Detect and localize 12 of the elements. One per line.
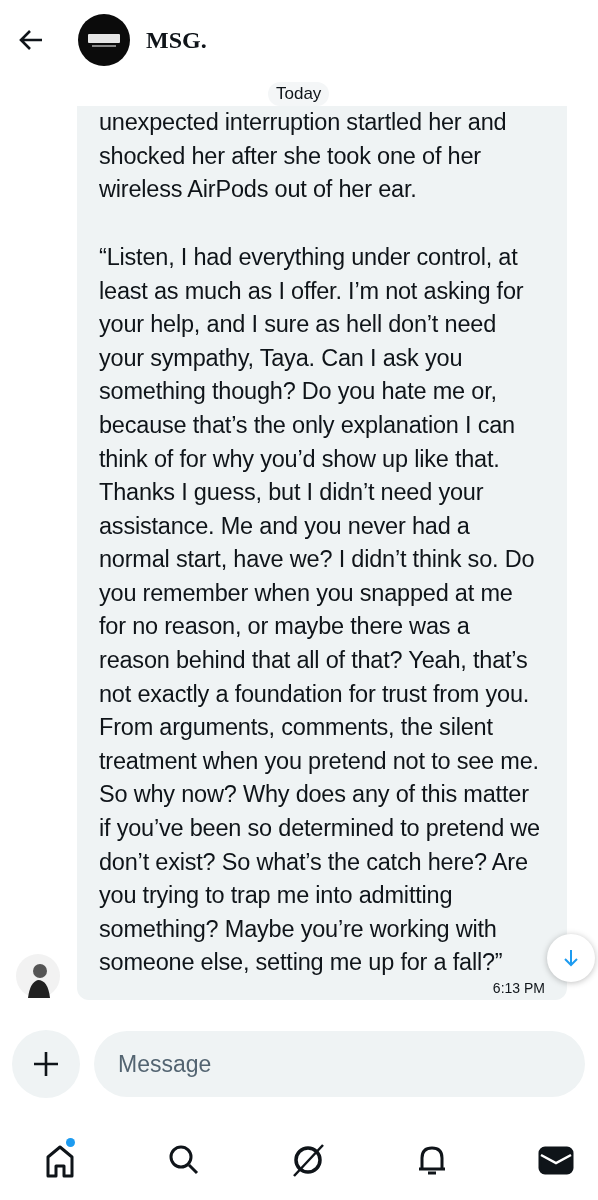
message-text: “Listen, I had everything under control, at least as much as I offer. I’m not asking for your help, and I sure as hell don’t need your sympathy, Taya. Can I ask you something though? Do you hate me or, because that’s the only explanation I can think of for why you’d show up like that. Thanks I guess, but I didn’t need your assistance. Me and you never had a normal start, have we? I didn’t think so. Do you remember when you snapped at me for no reason, or maybe there was a reason behind that all of that? Yeah, that’s not exactly a foundation for trust from you. From arguments, comments, the silent treatment when you pretend not to see me. So why now? Why does any of this matter if you’ve been so determined to pretend we don’t exist? So what’s the catch here? Are you trying to trap me into admitting something? Maybe you’re working with someone else, setting me up for a fall?”: [99, 242, 541, 978]
message-field[interactable]: Message: [94, 1031, 585, 1097]
message-text: unexpected interruption startled her and shocked her after she took one of her wireless AirPods out of her ear.: [99, 108, 508, 205]
arrow-down-icon: [562, 948, 580, 968]
back-arrow-icon[interactable]: [18, 29, 44, 51]
avatar-logo[interactable]: [78, 14, 130, 66]
plus-icon: [32, 1050, 60, 1078]
scroll-down-button[interactable]: [547, 934, 595, 982]
conversation-title: MSG.: [146, 26, 207, 54]
date-separator: Today: [268, 82, 330, 106]
sender-avatar[interactable]: [16, 954, 60, 998]
message-time: 6:13 PM: [492, 980, 545, 996]
